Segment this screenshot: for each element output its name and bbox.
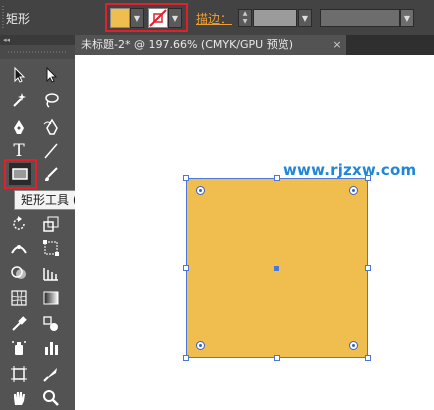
- watermark: www.rjzxw.com: [283, 161, 417, 179]
- free-transform-tool[interactable]: [40, 237, 62, 259]
- direct-selection-tool[interactable]: [40, 64, 62, 86]
- handle-top-right[interactable]: [365, 175, 371, 181]
- column-graph-tool[interactable]: [40, 337, 62, 359]
- mesh-tool[interactable]: [8, 287, 30, 309]
- handle-top-middle[interactable]: [274, 175, 280, 181]
- hand-tool[interactable]: [8, 387, 30, 409]
- curvature-icon: [43, 118, 58, 135]
- slice-tool[interactable]: [40, 363, 62, 385]
- document-tab[interactable]: 未标题-2* @ 197.66% (CMYK/GPU 预览): [75, 35, 346, 55]
- pen-icon: [14, 120, 24, 134]
- stroke-weight-label[interactable]: 描边：: [196, 10, 232, 27]
- rotate-icon: [13, 216, 25, 230]
- blend-icon: [43, 316, 58, 331]
- curvature-tool[interactable]: [40, 116, 62, 138]
- symbol-sprayer-icon: [12, 341, 26, 355]
- width-tool[interactable]: [8, 237, 30, 259]
- control-bar-title: 矩形: [6, 12, 31, 26]
- magic-wand-icon: [13, 93, 26, 107]
- direct-selection-icon: [46, 66, 58, 83]
- fill-dropdown-button[interactable]: ▼: [130, 8, 144, 28]
- rotate-tool[interactable]: [8, 213, 30, 235]
- handle-top-left[interactable]: [183, 175, 189, 181]
- rectangle-icon: [12, 168, 28, 180]
- stroke-color-swatch[interactable]: [148, 8, 168, 28]
- magic-wand-tool[interactable]: [8, 89, 30, 111]
- corner-widget-top-left[interactable]: [196, 186, 205, 195]
- paintbrush-tool[interactable]: [40, 163, 62, 185]
- stroke-weight-field[interactable]: [253, 9, 297, 27]
- control-bar-grip[interactable]: [2, 6, 4, 28]
- shape-builder-tool[interactable]: [8, 262, 30, 284]
- artboard-icon: [11, 366, 27, 382]
- handle-bottom-middle[interactable]: [274, 355, 280, 361]
- perspective-icon: [43, 268, 58, 281]
- tools-panel-collapse[interactable]: ◂◂: [0, 35, 75, 45]
- slice-icon: [43, 368, 57, 382]
- handle-middle-left[interactable]: [183, 265, 189, 271]
- selection-icon: [14, 66, 26, 83]
- paintbrush-icon: [45, 167, 58, 181]
- handle-middle-right[interactable]: [365, 265, 371, 271]
- hand-icon: [14, 392, 25, 405]
- fill-color-swatch[interactable]: [110, 8, 130, 28]
- column-graph-icon: [45, 342, 58, 355]
- tools-panel-grip[interactable]: [0, 45, 75, 59]
- symbol-sprayer-tool[interactable]: [8, 337, 30, 359]
- blend-tool[interactable]: [40, 313, 62, 335]
- width-icon: [11, 245, 27, 254]
- eyedropper-tool[interactable]: [8, 313, 30, 335]
- type-icon: T: [13, 141, 25, 161]
- lasso-tool[interactable]: [40, 89, 62, 111]
- variable-width-profile-dropdown[interactable]: ▼: [400, 9, 414, 27]
- scale-icon: [43, 216, 59, 232]
- close-tab-button[interactable]: ×: [330, 35, 344, 55]
- line-segment-tool[interactable]: [40, 140, 62, 162]
- rectangle-tool[interactable]: [9, 163, 31, 185]
- stroke-weight-dropdown[interactable]: ▼: [298, 9, 312, 27]
- corner-widget-bottom-left[interactable]: [196, 341, 205, 350]
- center-point: [274, 266, 279, 271]
- gradient-icon: [43, 291, 59, 305]
- gradient-tool[interactable]: [40, 287, 62, 309]
- handle-bottom-right[interactable]: [365, 355, 371, 361]
- pen-tool[interactable]: [8, 116, 30, 138]
- shape-builder-icon: [11, 266, 26, 279]
- stroke-dropdown-button[interactable]: ▼: [168, 8, 182, 28]
- none-swatch-icon: [149, 9, 167, 27]
- scale-tool[interactable]: [40, 213, 62, 235]
- artboard-tool[interactable]: [8, 363, 30, 385]
- handle-bottom-left[interactable]: [183, 355, 189, 361]
- eyedropper-icon: [12, 316, 27, 331]
- line-icon: [44, 143, 58, 159]
- stroke-weight-spinner[interactable]: ▲ ▼: [238, 9, 252, 27]
- selection-tool[interactable]: [8, 64, 30, 86]
- mesh-icon: [11, 290, 27, 306]
- corner-widget-top-right[interactable]: [349, 186, 358, 195]
- perspective-grid-tool[interactable]: [40, 262, 62, 284]
- free-transform-icon: [43, 240, 59, 256]
- zoom-tool[interactable]: [40, 387, 62, 409]
- lasso-icon: [45, 93, 59, 108]
- corner-widget-bottom-right[interactable]: [349, 341, 358, 350]
- zoom-icon: [43, 390, 59, 406]
- variable-width-profile-field[interactable]: [320, 9, 400, 27]
